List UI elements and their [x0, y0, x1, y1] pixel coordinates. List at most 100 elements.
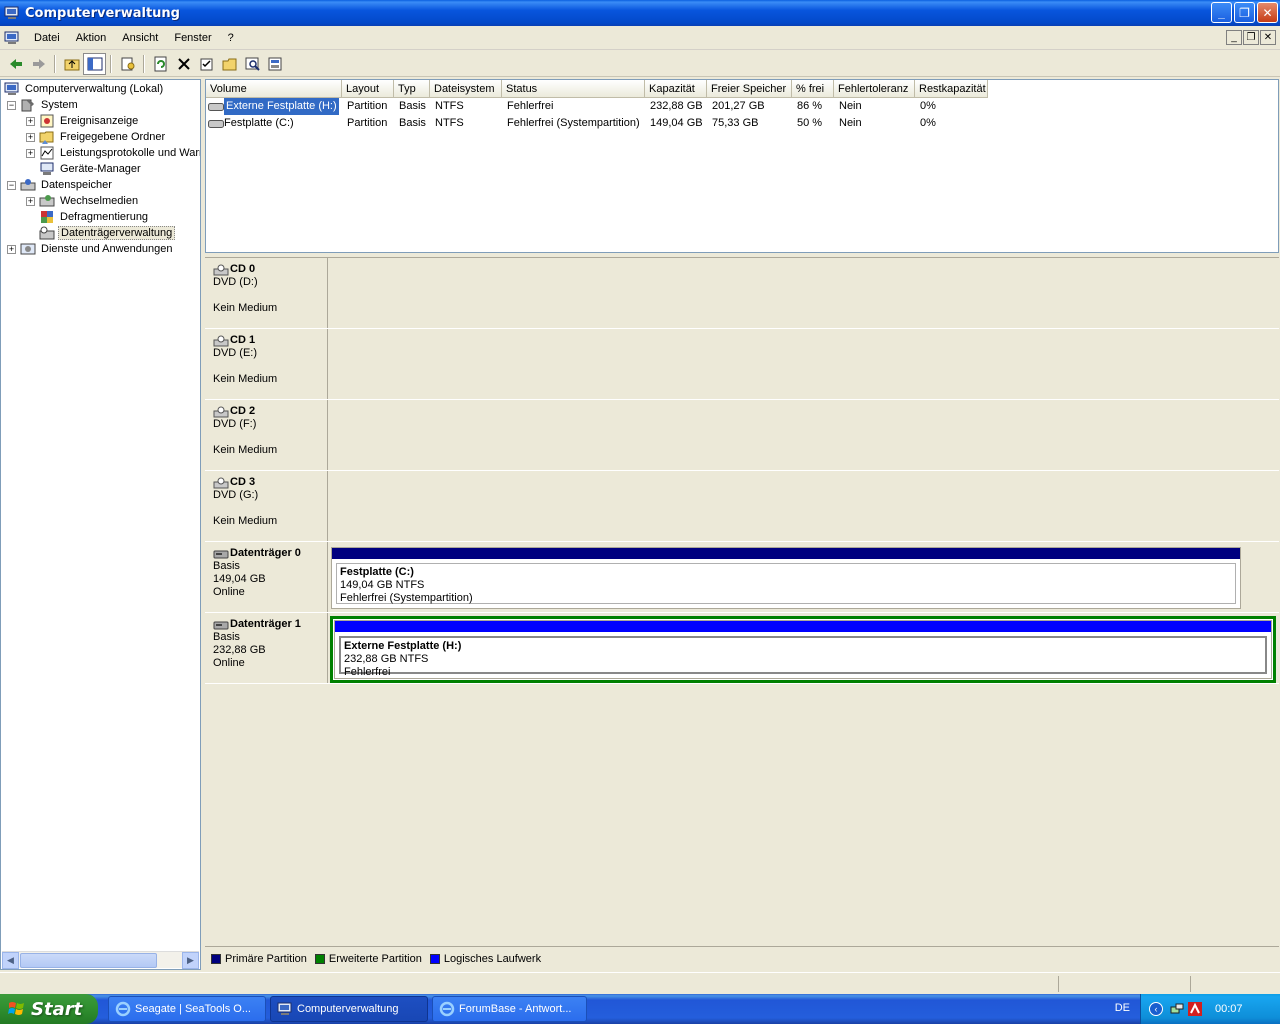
table-cell: 86 % — [797, 100, 823, 112]
expand-toggle[interactable]: + — [7, 244, 16, 254]
menu-help[interactable]: ? — [220, 32, 242, 44]
minimize-button[interactable]: _ — [1211, 2, 1232, 23]
start-button[interactable]: Start — [0, 994, 98, 1024]
column-header-status[interactable]: Status — [502, 80, 645, 98]
column-header-dateisystem[interactable]: Dateisystem — [430, 80, 502, 98]
menu-fenster[interactable]: Fenster — [166, 32, 219, 44]
disk-type: DVD (G:) — [213, 489, 259, 501]
disk-row-cd0[interactable]: CD 0 DVD (D:) Kein Medium — [205, 258, 1279, 329]
scroll-thumb[interactable] — [20, 953, 157, 968]
properties-button[interactable] — [116, 53, 139, 75]
partition-name: Festplatte (C:) — [340, 566, 414, 578]
disk-row-cd1[interactable]: CD 1 DVD (E:) Kein Medium — [205, 329, 1279, 400]
disk-info[interactable]: CD 2 DVD (F:) Kein Medium — [205, 400, 328, 470]
volume-list[interactable]: Volume Layout Typ Dateisystem Status Kap… — [205, 79, 1279, 253]
show-hide-tree-button[interactable] — [83, 52, 106, 75]
tree-horizontal-scrollbar[interactable]: ◀ ▶ — [2, 951, 199, 969]
close-button[interactable]: ✕ — [1257, 2, 1278, 23]
tree-item-datenspeicher[interactable]: − Datenspeicher — [7, 177, 114, 193]
disk-row-cd3[interactable]: CD 3 DVD (G:) Kein Medium — [205, 471, 1279, 542]
scroll-right-arrow-icon[interactable]: ▶ — [182, 951, 199, 969]
partition-name: Externe Festplatte (H:) — [344, 640, 462, 652]
table-row[interactable]: Festplatte (C:) Partition Basis NTFS Feh… — [206, 115, 988, 132]
tree-item-system[interactable]: − System — [7, 97, 80, 113]
column-header-kapazitaet[interactable]: Kapazität — [645, 80, 707, 98]
tree-item-wechselmedien[interactable]: + Wechselmedien — [26, 193, 140, 209]
tree-item-defragmentierung[interactable]: Defragmentierung — [39, 209, 150, 225]
tree-item-dienste[interactable]: + Dienste und Anwendungen — [7, 241, 175, 257]
disk-status: Online — [213, 657, 245, 669]
column-header-restkapazitaet[interactable]: Restkapazität — [915, 80, 988, 98]
column-header-layout[interactable]: Layout — [342, 80, 394, 98]
partition-festplatte-c[interactable]: Festplatte (C:) 149,04 GB NTFS Fehlerfre… — [331, 547, 1241, 609]
task-button-computerverwaltung[interactable]: Computerverwaltung — [270, 996, 428, 1022]
computer-icon — [4, 81, 20, 97]
cd-drive-icon — [213, 264, 229, 275]
disk-row-disk1[interactable]: Datenträger 1 Basis 232,88 GB Online Ext… — [205, 613, 1279, 684]
network-icon[interactable] — [1169, 1001, 1185, 1017]
refresh-button[interactable] — [149, 53, 172, 75]
column-header-fehlertoleranz[interactable]: Fehlertoleranz — [834, 80, 915, 98]
mdi-minimize-button[interactable]: _ — [1226, 30, 1242, 45]
menu-ansicht[interactable]: Ansicht — [114, 32, 166, 44]
disk-properties-button[interactable] — [195, 53, 218, 75]
task-button-forumbase[interactable]: ForumBase - Antwort... — [432, 996, 587, 1022]
partition-externe-festplatte-h[interactable]: Externe Festplatte (H:) 232,88 GB NTFS F… — [334, 620, 1272, 679]
collapse-toggle[interactable]: − — [7, 100, 16, 110]
column-header-typ[interactable]: Typ — [394, 80, 430, 98]
table-cell: Nein — [839, 117, 862, 129]
console-tree[interactable]: Computerverwaltung (Lokal) − System + Er… — [0, 79, 201, 970]
column-header-freier-speicher[interactable]: Freier Speicher — [707, 80, 792, 98]
tree-item-ereignisanzeige[interactable]: + Ereignisanzeige — [26, 113, 140, 129]
task-button-seagate[interactable]: Seagate | SeaTools O... — [108, 996, 266, 1022]
tree-item-label: System — [41, 99, 78, 111]
tree-item-freigegebene-ordner[interactable]: + Freigegebene Ordner — [26, 129, 167, 145]
performance-icon — [39, 145, 55, 161]
tree-item-computerverwaltung[interactable]: Computerverwaltung (Lokal) — [4, 81, 165, 97]
column-header-volume[interactable]: Volume — [206, 80, 342, 98]
menu-aktion[interactable]: Aktion — [68, 32, 115, 44]
help-button[interactable] — [264, 53, 287, 75]
cd-drive-icon — [213, 406, 229, 417]
expand-toggle[interactable]: + — [26, 196, 35, 206]
mdi-close-button[interactable]: ✕ — [1260, 30, 1276, 45]
antivirus-icon[interactable] — [1187, 1001, 1203, 1017]
menu-datei[interactable]: Datei — [26, 32, 68, 44]
windows-flag-icon — [8, 1002, 24, 1015]
tree-item-datentraegerverwaltung[interactable]: Datenträgerverwaltung — [39, 225, 176, 241]
hard-disk-icon — [213, 621, 229, 629]
forward-button[interactable] — [27, 53, 50, 75]
partition-status: Fehlerfrei (Systempartition) — [340, 592, 473, 604]
column-header-prozent-frei[interactable]: % frei — [792, 80, 834, 98]
restore-button[interactable]: ❐ — [1234, 2, 1255, 23]
event-viewer-icon — [39, 113, 55, 129]
tree-item-geraete-manager[interactable]: Geräte-Manager — [39, 161, 143, 177]
delete-button[interactable] — [172, 53, 195, 75]
up-level-button[interactable] — [60, 53, 83, 75]
expand-toggle[interactable]: + — [26, 132, 35, 142]
back-button[interactable] — [4, 53, 27, 75]
disk-info[interactable]: CD 3 DVD (G:) Kein Medium — [205, 471, 328, 541]
scroll-left-arrow-icon[interactable]: ◀ — [2, 951, 19, 969]
status-pane — [1058, 976, 1188, 992]
expand-toggle[interactable]: + — [26, 148, 35, 158]
expand-toggle[interactable]: + — [26, 116, 35, 126]
disk-info[interactable]: CD 0 DVD (D:) Kein Medium — [205, 258, 328, 328]
tree-item-leistungsprotokolle[interactable]: + Leistungsprotokolle und Warn — [26, 145, 200, 161]
disk-info[interactable]: CD 1 DVD (E:) Kein Medium — [205, 329, 328, 399]
clock[interactable]: 00:07 — [1215, 1003, 1243, 1015]
open-button[interactable] — [218, 53, 241, 75]
mdi-restore-button[interactable]: ❐ — [1243, 30, 1259, 45]
show-hidden-icons-icon[interactable]: ‹ — [1149, 1002, 1163, 1016]
internet-explorer-icon — [115, 1001, 131, 1017]
disk-row-disk0[interactable]: Datenträger 0 Basis 149,04 GB Online Fes… — [205, 542, 1279, 613]
explore-button[interactable] — [241, 53, 264, 75]
tree-item-label: Dienste und Anwendungen — [41, 243, 173, 255]
table-row[interactable]: Externe Festplatte (H:) Partition Basis … — [206, 98, 988, 115]
disk-info[interactable]: Datenträger 0 Basis 149,04 GB Online — [205, 542, 328, 612]
language-indicator[interactable]: DE — [1115, 1002, 1130, 1014]
disk-row-cd2[interactable]: CD 2 DVD (F:) Kein Medium — [205, 400, 1279, 471]
disk-info[interactable]: Datenträger 1 Basis 232,88 GB Online — [205, 613, 328, 683]
mdi-system-menu-icon[interactable] — [4, 30, 20, 46]
collapse-toggle[interactable]: − — [7, 180, 16, 190]
